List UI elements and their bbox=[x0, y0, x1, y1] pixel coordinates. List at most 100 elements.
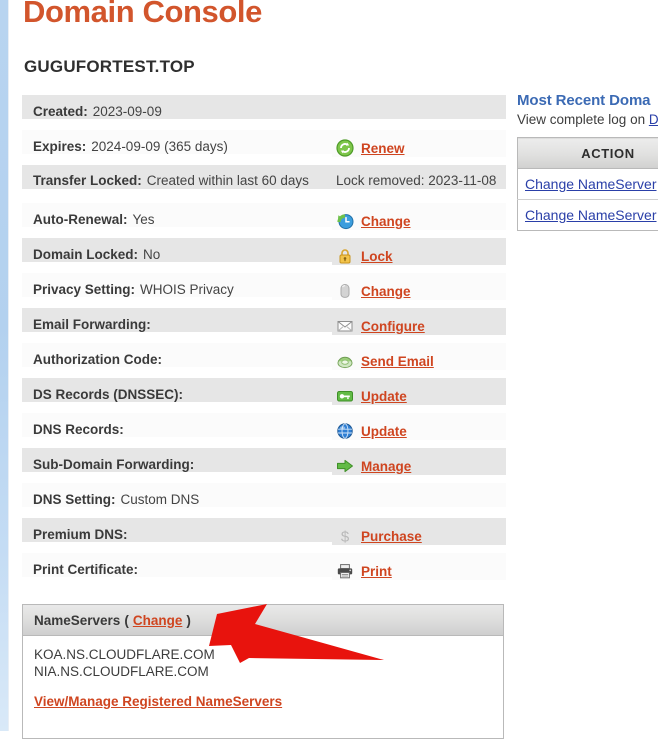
detail-label: Transfer Locked: bbox=[33, 173, 142, 188]
detail-action-cell: Lock bbox=[332, 238, 506, 265]
detail-label: Privacy Setting: bbox=[33, 282, 135, 297]
table-row: Created:2023-09-09 bbox=[22, 95, 506, 130]
side-panel-subtitle: View complete log on D bbox=[517, 112, 658, 127]
clock-icon bbox=[336, 212, 354, 230]
detail-action-cell: Change bbox=[332, 273, 506, 300]
detail-action-link[interactable]: Configure bbox=[361, 319, 425, 334]
detail-action-link[interactable]: Change bbox=[361, 214, 411, 229]
detail-action-cell bbox=[332, 483, 506, 507]
nameservers-change-link[interactable]: Change bbox=[133, 613, 183, 628]
recent-domain-log-panel: Most Recent Doma View complete log on D … bbox=[517, 92, 658, 231]
table-row: Change NameServer bbox=[518, 169, 658, 200]
detail-value: 2023-09-09 bbox=[93, 104, 162, 119]
detail-value: WHOIS Privacy bbox=[140, 282, 234, 297]
detail-action-cell: Change bbox=[332, 203, 506, 230]
mail-send-icon bbox=[336, 352, 354, 370]
nameservers-open-paren: ( bbox=[124, 613, 129, 628]
domain-name-heading: GUGUFORTEST.TOP bbox=[24, 57, 195, 77]
table-row: Expires: 2024-09-09 (365 days) Renew bbox=[22, 130, 506, 165]
detail-value: Created within last 60 days bbox=[147, 173, 309, 188]
table-row: Privacy Setting: WHOIS Privacy Change bbox=[22, 273, 506, 308]
table-row: Transfer Locked: Created within last 60 d… bbox=[22, 165, 506, 203]
envelope-icon bbox=[336, 317, 354, 335]
privacy-icon bbox=[336, 282, 354, 300]
detail-label-cell: DNS Records: bbox=[22, 413, 332, 437]
nameservers-title: NameServers bbox=[34, 613, 120, 628]
nameservers-panel: NameServers ( Change ) KOA.NS.CLOUDFLARE… bbox=[22, 604, 504, 739]
detail-label: Email Forwarding: bbox=[33, 317, 151, 332]
detail-action-link[interactable]: Change bbox=[361, 284, 411, 299]
detail-action-cell: Send Email bbox=[332, 343, 506, 370]
detail-action-link[interactable]: Lock bbox=[361, 249, 393, 264]
table-row: Change NameServer bbox=[518, 200, 658, 231]
nameservers-list: KOA.NS.CLOUDFLARE.COM NIA.NS.CLOUDFLARE.… bbox=[23, 636, 503, 738]
change-nameserver-link[interactable]: Change NameServer bbox=[525, 176, 657, 192]
table-row: Auto-Renewal: Yes Change bbox=[22, 203, 506, 238]
table-row: Email Forwarding: Configure bbox=[22, 308, 506, 343]
detail-label-cell: Created:2023-09-09 bbox=[22, 95, 332, 119]
side-panel-title: Most Recent Doma bbox=[517, 92, 658, 109]
detail-action-cell: Renew bbox=[332, 130, 506, 157]
domain-detail-table: Created:2023-09-09 Expires: 2024-09-09 (3… bbox=[22, 95, 506, 588]
view-manage-nameservers-link[interactable]: View/Manage Registered NameServers bbox=[34, 694, 282, 709]
detail-action-cell: Print bbox=[332, 553, 506, 580]
detail-label-cell: Sub-Domain Forwarding: bbox=[22, 448, 332, 472]
detail-action-cell: Update bbox=[332, 413, 506, 440]
detail-action-cell: Configure bbox=[332, 308, 506, 335]
detail-label-cell: Privacy Setting: WHOIS Privacy bbox=[22, 273, 332, 297]
detail-label-cell: Expires: 2024-09-09 (365 days) bbox=[22, 130, 332, 154]
page-container: Domain Console GUGUFORTEST.TOP Created:2… bbox=[9, 0, 658, 731]
renew-icon bbox=[336, 139, 354, 157]
detail-label-cell: Transfer Locked: Created within last 60 d… bbox=[22, 165, 332, 189]
detail-label: Domain Locked: bbox=[33, 247, 138, 262]
table-row: DS Records (DNSSEC): Update bbox=[22, 378, 506, 413]
page-title: Domain Console bbox=[23, 0, 262, 30]
recent-action-cell: Change NameServer bbox=[518, 169, 658, 200]
list-item: NIA.NS.CLOUDFLARE.COM bbox=[34, 663, 503, 680]
table-row: Authorization Code: Send Email bbox=[22, 343, 506, 378]
padlock-icon bbox=[336, 247, 354, 265]
detail-action-cell: Manage bbox=[332, 448, 506, 475]
table-row: Domain Locked:No Lock bbox=[22, 238, 506, 273]
table-row: Sub-Domain Forwarding: Manage bbox=[22, 448, 506, 483]
detail-value: Yes bbox=[133, 212, 155, 227]
detail-label-cell: Premium DNS: bbox=[22, 518, 332, 542]
detail-action-link[interactable]: Update bbox=[361, 424, 407, 439]
table-row: DNS Setting: Custom DNS bbox=[22, 483, 506, 518]
detail-label: Expires: bbox=[33, 139, 86, 154]
table-row: DNS Records: Update bbox=[22, 413, 506, 448]
detail-label: Auto-Renewal: bbox=[33, 212, 128, 227]
table-row: Premium DNS: $ Purchase bbox=[22, 518, 506, 553]
detail-action-link[interactable]: Manage bbox=[361, 459, 411, 474]
detail-action-link[interactable]: Print bbox=[361, 564, 392, 579]
detail-action-cell: Update bbox=[332, 378, 506, 405]
detail-label: Authorization Code: bbox=[33, 352, 162, 367]
detail-label-cell: DS Records (DNSSEC): bbox=[22, 378, 332, 402]
detail-value: Custom DNS bbox=[121, 492, 200, 507]
detail-value: 2024-09-09 (365 days) bbox=[91, 139, 228, 154]
globe-icon bbox=[336, 422, 354, 440]
detail-label: DNS Setting: bbox=[33, 492, 116, 507]
dollar-icon: $ bbox=[336, 527, 354, 545]
printer-icon bbox=[336, 562, 354, 580]
nameservers-panel-header: NameServers ( Change ) bbox=[23, 605, 503, 636]
key-icon bbox=[336, 387, 354, 405]
recent-action-cell: Change NameServer bbox=[518, 200, 658, 231]
detail-action-link[interactable]: Send Email bbox=[361, 354, 434, 369]
detail-action-link[interactable]: Purchase bbox=[361, 529, 422, 544]
detail-label-cell: Domain Locked:No bbox=[22, 238, 332, 262]
detail-action-cell: Lock removed: 2023-11-08 bbox=[332, 165, 506, 189]
detail-label: DNS Records: bbox=[33, 422, 124, 437]
left-gradient-rail bbox=[0, 0, 8, 731]
detail-label-cell: Authorization Code: bbox=[22, 343, 332, 367]
detail-label-cell: DNS Setting: Custom DNS bbox=[22, 483, 332, 507]
nameservers-close-paren: ) bbox=[186, 613, 191, 628]
svg-text:$: $ bbox=[341, 528, 350, 545]
detail-action-link[interactable]: Renew bbox=[361, 141, 405, 156]
detail-label: Sub-Domain Forwarding: bbox=[33, 457, 194, 472]
detail-action-link[interactable]: Update bbox=[361, 389, 407, 404]
change-nameserver-link[interactable]: Change NameServer bbox=[525, 207, 657, 223]
column-header-action: ACTION bbox=[518, 138, 658, 169]
domain-log-link[interactable]: D bbox=[649, 112, 658, 127]
arrow-right-icon bbox=[336, 457, 354, 475]
